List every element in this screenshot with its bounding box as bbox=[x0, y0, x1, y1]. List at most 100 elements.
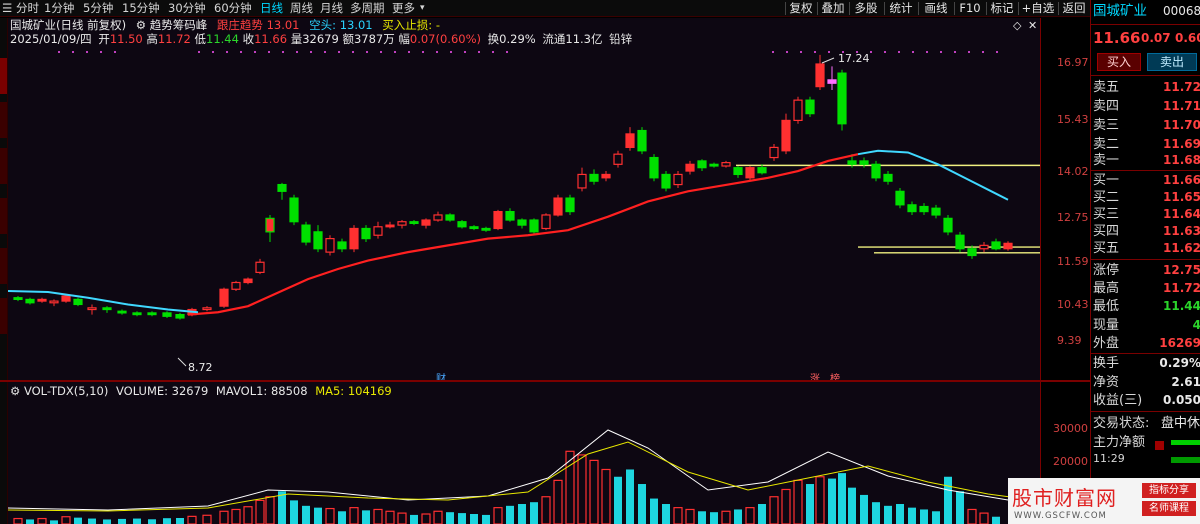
ask-row-4: 卖四 11.71 bbox=[1093, 99, 1200, 114]
price-change-pct: 0.60% bbox=[1175, 31, 1200, 45]
ask-row-3: 卖三 11.70 bbox=[1093, 118, 1200, 133]
tab-5min[interactable]: 5分钟 bbox=[83, 0, 113, 17]
mark-button[interactable]: 标记 bbox=[987, 0, 1017, 17]
tab-monthly[interactable]: 月线 bbox=[320, 0, 343, 17]
volume-value: 32679 bbox=[302, 32, 339, 46]
restore-rights-button[interactable]: 复权 bbox=[786, 0, 816, 17]
ask-price: 11.71 bbox=[1163, 99, 1200, 113]
buy-button[interactable]: 买入 bbox=[1097, 53, 1141, 71]
volume-chart[interactable]: ⚙ VOL-TDX(5,10) VOLUME: 32679 MAVOL1: 88… bbox=[8, 382, 1040, 524]
candle-down bbox=[955, 234, 965, 250]
side-tab[interactable] bbox=[0, 58, 7, 94]
price-tick: 11.59 bbox=[1057, 255, 1089, 268]
left-side-tabs bbox=[0, 18, 8, 524]
signal-dot bbox=[282, 51, 284, 53]
volume-bar-down bbox=[118, 518, 126, 524]
change-value: 0.07(0.60%) bbox=[409, 32, 482, 46]
price-tick: 9.39 bbox=[1057, 334, 1082, 347]
signal-dot bbox=[450, 51, 452, 53]
side-tab[interactable] bbox=[0, 102, 7, 138]
volume-bar-up bbox=[231, 508, 241, 524]
indicator-name[interactable]: 趋势筹码峰 bbox=[150, 18, 208, 32]
ask-price: 11.70 bbox=[1163, 118, 1200, 132]
candle-down bbox=[445, 214, 455, 221]
volume-bar-down bbox=[932, 511, 940, 524]
chart-title: 国城矿业(日线 前复权) bbox=[10, 18, 127, 32]
side-tab[interactable] bbox=[0, 298, 7, 334]
toolbar-grid-icon[interactable]: ☰ bbox=[2, 0, 12, 17]
side-tab[interactable] bbox=[0, 148, 7, 184]
tab-fenshi[interactable]: 分时 bbox=[16, 0, 39, 17]
volume-bar-down bbox=[74, 517, 82, 524]
volume-bar-up bbox=[745, 507, 755, 524]
flow-toggle-icon[interactable] bbox=[1155, 441, 1164, 450]
volume-settings-icon[interactable]: ⚙ bbox=[10, 384, 20, 398]
side-tab[interactable] bbox=[0, 198, 7, 234]
volume-reading: 32679 bbox=[171, 384, 209, 398]
candle-up bbox=[769, 146, 779, 159]
candle-down bbox=[895, 190, 905, 206]
signal-dot bbox=[254, 51, 256, 53]
limit-up-row: 涨停 12.75 bbox=[1093, 263, 1200, 278]
draw-line-button[interactable]: 画线 bbox=[919, 0, 953, 17]
tab-60min[interactable]: 60分钟 bbox=[214, 0, 252, 17]
candle-up bbox=[673, 173, 683, 186]
signal-dot bbox=[212, 51, 214, 53]
candle-down bbox=[457, 221, 467, 228]
candle-up bbox=[61, 295, 71, 302]
candle-down bbox=[847, 160, 857, 165]
volume-indicator-name[interactable]: VOL-TDX(5,10) bbox=[24, 384, 108, 398]
f10-button[interactable]: F10 bbox=[955, 0, 985, 17]
signal-dot bbox=[884, 51, 886, 53]
candle-down bbox=[117, 310, 127, 314]
price-tick: 14.02 bbox=[1057, 165, 1089, 178]
volume-bar-up bbox=[37, 517, 47, 524]
tab-multi-period[interactable]: 多周期 bbox=[350, 0, 385, 17]
sell-button[interactable]: 卖出 bbox=[1147, 53, 1197, 71]
signal-dot bbox=[226, 51, 228, 53]
turnover-value: 0.29% bbox=[499, 32, 536, 46]
side-tab[interactable] bbox=[0, 248, 7, 284]
close-icon[interactable]: ✕ bbox=[1028, 19, 1037, 32]
tab-1min[interactable]: 1分钟 bbox=[44, 0, 74, 17]
signal-dot bbox=[912, 51, 914, 53]
volume-bar-up bbox=[433, 510, 443, 524]
tab-more[interactable]: 更多 bbox=[392, 0, 415, 17]
tab-30min[interactable]: 30分钟 bbox=[168, 0, 206, 17]
signal-dot bbox=[324, 51, 326, 53]
high-mark-label: 17.24 bbox=[838, 52, 870, 65]
low-mark-label: 8.72 bbox=[188, 361, 213, 374]
volume-bar-up bbox=[219, 510, 229, 524]
price-tick: 16.97 bbox=[1057, 56, 1089, 69]
signal-dot bbox=[296, 51, 298, 53]
kline-canvas[interactable] bbox=[8, 18, 1040, 380]
bid-price: 11.62 bbox=[1163, 241, 1200, 255]
more-chevron-icon[interactable]: ▾ bbox=[420, 0, 425, 17]
tab-15min[interactable]: 15分钟 bbox=[122, 0, 160, 17]
volume-bar-up bbox=[577, 454, 587, 524]
overlay-button[interactable]: 叠加 bbox=[818, 0, 848, 17]
add-favorite-button[interactable]: +自选 bbox=[1019, 0, 1057, 17]
candle-down bbox=[637, 129, 647, 152]
multi-stock-button[interactable]: 多股 bbox=[850, 0, 882, 17]
stock-header: 国城矿业 000688 bbox=[1091, 2, 1200, 22]
tab-daily[interactable]: 日线 bbox=[260, 0, 283, 17]
site-watermark: 股市财富网 指标分享 名师课程 WWW.GSCFW.COM bbox=[1008, 478, 1200, 524]
volume-bar-down bbox=[956, 491, 964, 524]
volume-canvas[interactable] bbox=[8, 382, 1040, 524]
indicator-settings-icon[interactable]: ⚙ bbox=[136, 18, 146, 32]
volume-bar-up bbox=[61, 516, 71, 524]
candle-down bbox=[907, 204, 917, 213]
kline-chart[interactable]: 国城矿业(日线 前复权) ⚙ 趋势筹码峰 跟庄趋势 13.01 空头: 13.0… bbox=[8, 18, 1040, 385]
candle-down bbox=[361, 227, 371, 240]
high-value: 11.72 bbox=[157, 32, 191, 46]
volume-header: ⚙ VOL-TDX(5,10) VOLUME: 32679 MAVOL1: 88… bbox=[10, 384, 392, 398]
back-button[interactable]: 返回 bbox=[1059, 0, 1089, 17]
volume-bar-up bbox=[202, 514, 212, 524]
statistics-button[interactable]: 统计 bbox=[885, 0, 917, 17]
signal-dot bbox=[72, 51, 74, 53]
candle-up bbox=[87, 307, 97, 311]
expand-diamond-icon[interactable]: ◇ bbox=[1013, 19, 1021, 32]
volume-bar-up bbox=[815, 476, 825, 524]
tab-weekly[interactable]: 周线 bbox=[290, 0, 313, 17]
